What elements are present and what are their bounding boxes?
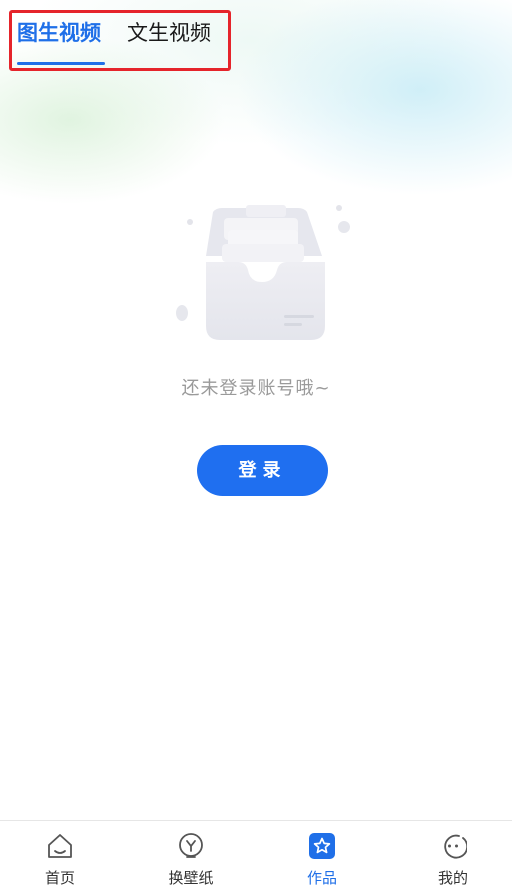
home-icon <box>48 834 72 858</box>
nav-item-works[interactable]: 作品 <box>272 821 372 889</box>
wallpaper-icon <box>179 833 203 858</box>
nav-label-wallpaper: 换壁纸 <box>168 869 214 887</box>
active-tab-indicator <box>17 62 105 65</box>
video-type-tabs: 图生视频 文生视频 <box>9 10 231 71</box>
nav-item-wallpaper[interactable]: 换壁纸 <box>141 821 241 889</box>
star-icon <box>309 833 335 859</box>
bottom-navigation: 首页 换壁纸 作品 我的 <box>0 820 512 889</box>
profile-icon <box>444 834 467 859</box>
empty-box-illustration <box>176 205 350 340</box>
nav-label-home: 首页 <box>44 869 75 887</box>
app-screen: 图生视频 文生视频 还未登录账号哦~ 登录 首页 换壁纸 作品 我的 <box>0 0 512 889</box>
login-button[interactable]: 登录 <box>197 445 328 496</box>
nav-label-works: 作品 <box>306 869 337 887</box>
tab-image-to-video[interactable]: 图生视频 <box>17 16 101 64</box>
not-logged-in-message: 还未登录账号哦~ <box>181 378 331 399</box>
nav-item-profile[interactable]: 我的 <box>403 821 503 889</box>
tab-text-to-video[interactable]: 文生视频 <box>127 16 211 64</box>
nav-item-home[interactable]: 首页 <box>10 821 110 889</box>
nav-label-profile: 我的 <box>437 869 468 887</box>
